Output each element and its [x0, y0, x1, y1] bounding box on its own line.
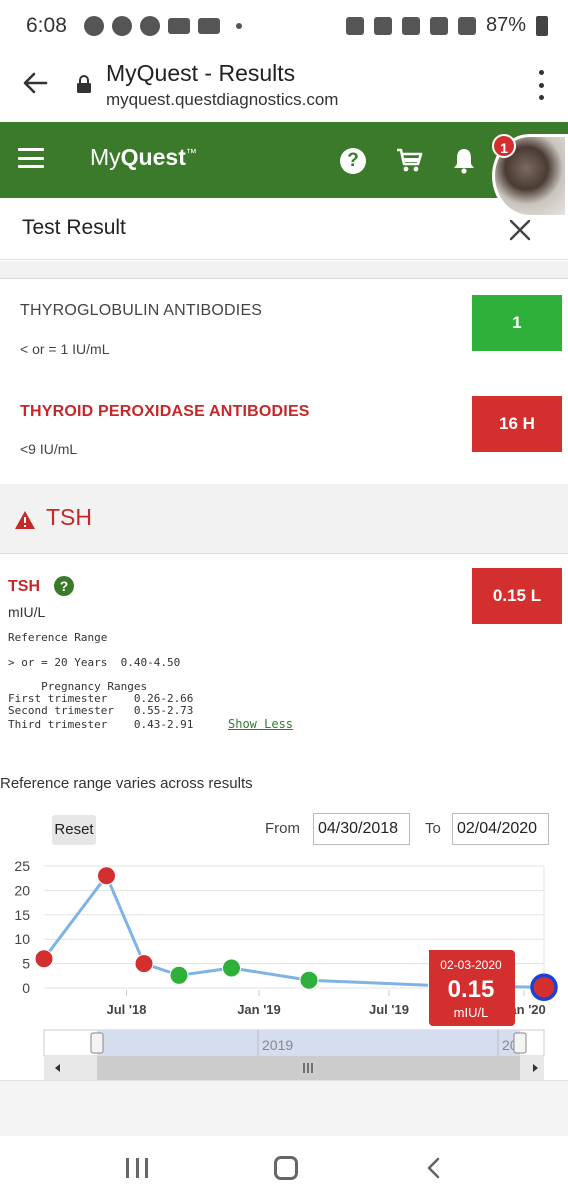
android-navigation-bar	[0, 1136, 568, 1200]
page-bottom-area	[0, 1080, 568, 1136]
battery-icon	[536, 15, 548, 36]
to-date-input[interactable]: 02/04/2020	[452, 813, 549, 845]
y-tick-label: 25	[14, 858, 30, 874]
to-label: To	[425, 820, 441, 837]
help-icon[interactable]: ?	[340, 148, 366, 174]
nav-back-icon[interactable]	[422, 1156, 446, 1180]
tsh-value-badge[interactable]: 0.15 L	[472, 568, 562, 624]
x-tick-label: Jul '19	[369, 1002, 409, 1017]
warning-icon	[15, 511, 35, 529]
home-icon[interactable]	[274, 1156, 298, 1180]
myquest-header: MyQuest™ ?	[0, 122, 568, 198]
tsh-history-chart[interactable]: 2520151050 Jul '18 Jan '19 Jul '19 Jan '20 …	[0, 850, 568, 1080]
status-time: 6:08	[26, 14, 67, 37]
y-tick-label: 5	[22, 956, 30, 972]
data-point[interactable]	[222, 958, 241, 978]
section-title: TSH	[46, 504, 92, 530]
show-less-link[interactable]: Show Less	[228, 717, 293, 731]
from-label: From	[265, 820, 300, 837]
data-point[interactable]	[299, 970, 319, 990]
wifi-icon	[429, 16, 448, 35]
third-trimester-range: Third trimester 0.43-2.91	[8, 718, 194, 731]
browser-menu-icon[interactable]	[536, 70, 546, 100]
notification-badge[interactable]: 1	[492, 134, 516, 158]
data-point[interactable]	[530, 973, 558, 1002]
recent-apps-icon[interactable]	[126, 1158, 148, 1178]
lock-icon	[77, 75, 91, 93]
system-icons: 87%	[345, 14, 548, 37]
result-range: <9 IU/mL	[20, 441, 78, 457]
tsh-unit: mIU/L	[8, 604, 46, 620]
hamburger-menu-icon[interactable]	[18, 148, 44, 168]
bluetooth-icon	[401, 16, 420, 35]
tsh-section-header[interactable]: TSH	[0, 484, 568, 554]
reference-range-label: Reference Range	[8, 631, 108, 644]
messenger-icon	[84, 16, 104, 36]
data-point[interactable]	[134, 954, 154, 974]
status-bar: 6:08 87%	[0, 0, 568, 56]
value-tooltip: 02-03-2020 0.15 mIU/L	[429, 950, 515, 1026]
browser-page-title[interactable]: MyQuest - Results	[106, 60, 295, 87]
more-notifications-dot	[236, 23, 242, 29]
data-point[interactable]	[97, 866, 116, 886]
battery-percent: 87%	[485, 14, 526, 36]
tooltip-unit: mIU/L	[454, 1005, 489, 1020]
notification-icons	[84, 16, 242, 36]
x-tick-label: Jan '19	[237, 1002, 281, 1017]
help-icon[interactable]: ?	[54, 576, 74, 596]
y-tick-label: 20	[14, 882, 30, 898]
cart-icon[interactable]	[395, 146, 423, 174]
y-axis-labels: 25 20 15 10 5 0	[14, 858, 30, 996]
y-tick-label: 0	[22, 980, 30, 996]
facebook-icon	[112, 16, 132, 36]
browser-url[interactable]: myquest.questdiagnostics.com	[106, 90, 338, 110]
result-value-badge[interactable]: 16 H	[472, 396, 562, 452]
navigator-year-label: 2019	[262, 1037, 293, 1053]
second-trimester-range: Second trimester 0.55-2.73	[8, 704, 194, 717]
range-navigator[interactable]: 2019 20	[43, 1029, 545, 1080]
tooltip-date: 02-03-2020	[440, 958, 502, 972]
signal-icon	[457, 16, 476, 35]
x-tick-label: Jul '18	[107, 1002, 147, 1017]
result-name: THYROGLOBULIN ANTIBODIES	[20, 302, 263, 319]
tooltip-value: 0.15	[448, 976, 495, 1003]
tsh-test-name: TSH	[8, 578, 40, 595]
browser-bar: MyQuest - Results myquest.questdiagnosti…	[0, 56, 568, 122]
page-title: Test Result	[22, 216, 126, 239]
bell-icon[interactable]	[452, 146, 476, 174]
navigator-left-handle[interactable]	[90, 1032, 104, 1054]
data-point[interactable]	[34, 949, 54, 969]
shield-app-icon	[140, 16, 160, 36]
back-arrow-icon[interactable]	[20, 68, 50, 98]
result-range: < or = 1 IU/mL	[20, 341, 110, 357]
y-tick-label: 15	[14, 907, 30, 923]
nfc-icon	[345, 16, 364, 35]
reference-range-note: Reference range varies across results	[0, 775, 253, 792]
data-point[interactable]	[169, 965, 189, 985]
result-value-badge[interactable]: 1	[472, 295, 562, 351]
myquest-logo[interactable]: MyQuest™	[90, 144, 197, 171]
reset-button[interactable]: Reset	[52, 815, 96, 845]
navigator-right-handle[interactable]	[513, 1032, 527, 1054]
reference-range-adult: > or = 20 Years 0.40-4.50	[8, 656, 181, 669]
from-date-input[interactable]: 04/30/2018	[313, 813, 410, 845]
youtube-icon	[168, 18, 190, 34]
close-icon[interactable]	[508, 218, 532, 242]
section-divider	[0, 261, 568, 279]
test-result-bar: Test Result	[0, 198, 568, 260]
youtube-icon-2	[198, 18, 220, 34]
result-name: THYROID PEROXIDASE ANTIBODIES	[20, 403, 310, 420]
y-tick-label: 10	[14, 931, 30, 947]
alarm-icon	[373, 16, 392, 35]
